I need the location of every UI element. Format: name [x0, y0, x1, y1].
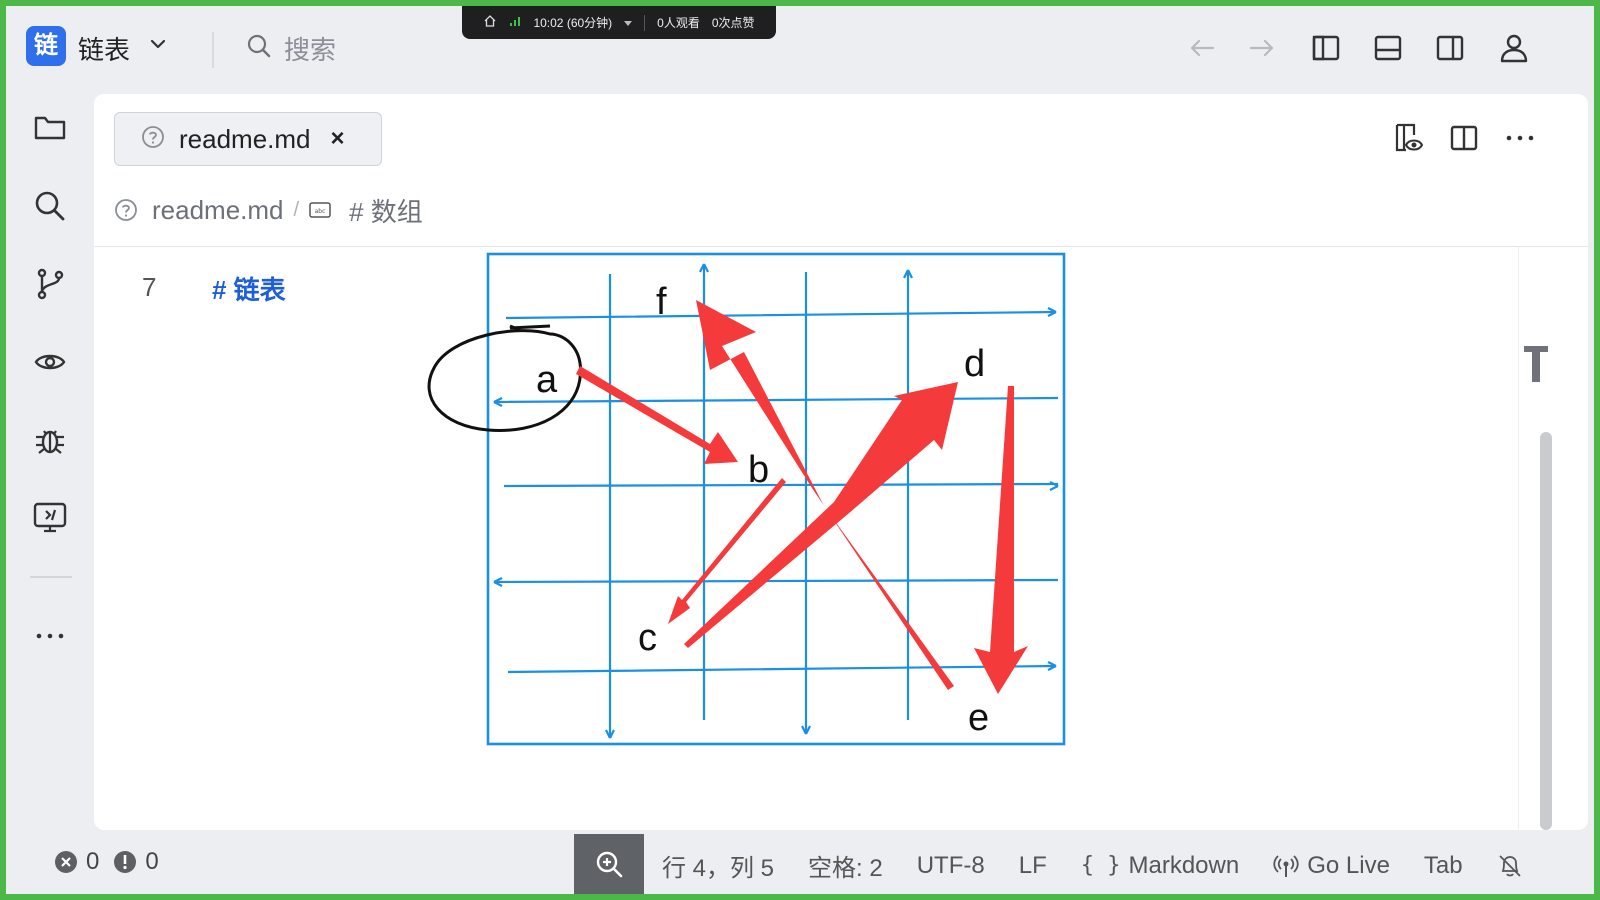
- arrow-c-to-d: [684, 382, 958, 648]
- explorer-icon[interactable]: [30, 108, 70, 148]
- search-label: 搜索: [284, 34, 337, 65]
- recording-time: 10:02 (60分钟): [533, 16, 613, 30]
- close-icon[interactable]: ×: [331, 125, 345, 153]
- arrow-e-to-f: [696, 300, 954, 690]
- tab-readme[interactable]: readme.md ×: [114, 112, 382, 166]
- panel-bottom-icon[interactable]: [1370, 30, 1406, 66]
- circle-around-a: [427, 324, 582, 432]
- zoom-in-icon: [595, 850, 623, 878]
- search-input[interactable]: 搜索: [246, 28, 336, 68]
- problems-indicator[interactable]: 0 0: [54, 848, 159, 876]
- minimap-glyph: [1532, 346, 1540, 382]
- status-bar: 0 0 行 4，列 5 空格: 2 UTF-8 LF { } Markdown: [6, 834, 1594, 894]
- arrow-d-to-e: [974, 386, 1028, 694]
- language-label: Markdown: [1128, 851, 1240, 879]
- warning-count: 0: [145, 848, 159, 875]
- bell-off-icon[interactable]: [1497, 853, 1523, 879]
- node-label-f: f: [656, 281, 667, 323]
- scrollbar[interactable]: [1540, 432, 1552, 830]
- tab-mode[interactable]: Tab: [1424, 852, 1463, 880]
- cursor-position[interactable]: 行 4，列 5: [662, 848, 774, 883]
- line-number: 7: [142, 272, 157, 302]
- title-bar: 链 链表 搜索 10:02 (60分钟) 0人观看 0次点赞: [6, 6, 1594, 96]
- breadcrumb-file[interactable]: readme.md: [152, 195, 284, 226]
- braces-icon: { }: [1080, 853, 1121, 878]
- arrow-b-to-c: [668, 478, 786, 624]
- divider: [212, 32, 214, 68]
- split-editor-icon[interactable]: [1446, 120, 1482, 156]
- editor-panel: readme.md × readme.md / abc # 数组 7 # 链表: [94, 94, 1588, 830]
- recording-badge[interactable]: 10:02 (60分钟) 0人观看 0次点赞: [462, 6, 776, 39]
- breadcrumb-symbol[interactable]: # 数组: [349, 192, 423, 229]
- open-preview-icon[interactable]: [1390, 120, 1426, 156]
- broadcast-icon: [1273, 853, 1299, 879]
- symbol-string-icon: abc: [309, 202, 331, 218]
- encoding[interactable]: UTF-8: [917, 852, 985, 880]
- arrow-right-icon[interactable]: [1244, 30, 1280, 66]
- more-icon[interactable]: [30, 616, 70, 656]
- go-live-button[interactable]: Go Live: [1273, 852, 1390, 880]
- divider: [30, 576, 72, 578]
- node-label-e: e: [968, 697, 989, 739]
- node-label-d: d: [964, 343, 985, 385]
- signal-icon: [509, 15, 521, 30]
- arrow-a-to-b: [576, 366, 738, 464]
- sidebar-left-icon[interactable]: [1308, 30, 1344, 66]
- divider: [644, 14, 646, 31]
- arrow-left-icon[interactable]: [1184, 30, 1220, 66]
- home-icon: [483, 14, 497, 31]
- minimap: [1518, 246, 1519, 830]
- app-window: 链 链表 搜索 10:02 (60分钟) 0人观看 0次点赞 readme.md…: [0, 0, 1600, 900]
- linked-list-drawing: a b c d e f: [427, 252, 1066, 746]
- line-ending[interactable]: LF: [1019, 852, 1047, 880]
- account-icon[interactable]: [1496, 30, 1532, 66]
- debug-icon[interactable]: [30, 420, 70, 460]
- svg-text:abc: abc: [315, 208, 326, 215]
- node-label-c: c: [638, 617, 657, 659]
- tab-label: readme.md: [179, 123, 311, 154]
- sidebar-right-icon[interactable]: [1432, 30, 1468, 66]
- more-actions-icon[interactable]: [1502, 120, 1538, 156]
- help-circle-icon: [114, 198, 138, 222]
- source-control-icon[interactable]: [30, 264, 70, 304]
- indentation[interactable]: 空格: 2: [808, 848, 883, 883]
- search-icon: [246, 33, 272, 64]
- grid: [486, 252, 1066, 746]
- zoom-button[interactable]: [574, 834, 644, 894]
- divider: [94, 246, 1588, 247]
- heading-line[interactable]: # 链表: [212, 270, 286, 307]
- node-label-a: a: [536, 359, 558, 401]
- caret-down-icon: [624, 16, 633, 30]
- preview-icon[interactable]: [30, 342, 70, 382]
- node-label-b: b: [748, 449, 769, 491]
- warning-icon: [113, 850, 137, 874]
- status-items: 行 4，列 5 空格: 2 UTF-8 LF { } Markdown Go L…: [662, 848, 1523, 883]
- breadcrumb: readme.md / abc # 数组: [114, 192, 423, 228]
- viewers-count: 0人观看: [657, 16, 700, 30]
- error-count: 0: [86, 848, 100, 875]
- app-logo[interactable]: 链: [26, 26, 66, 66]
- app-title[interactable]: 链表: [78, 30, 130, 67]
- help-circle-icon: [141, 125, 165, 154]
- remote-icon[interactable]: [30, 498, 70, 538]
- go-live-label: Go Live: [1307, 851, 1390, 879]
- search-icon[interactable]: [30, 186, 70, 226]
- language-mode[interactable]: { } Markdown: [1081, 852, 1239, 880]
- chevron-down-icon[interactable]: [148, 34, 168, 59]
- error-icon: [54, 850, 78, 874]
- breadcrumb-separator: /: [293, 198, 300, 221]
- likes-count: 0次点赞: [711, 16, 755, 30]
